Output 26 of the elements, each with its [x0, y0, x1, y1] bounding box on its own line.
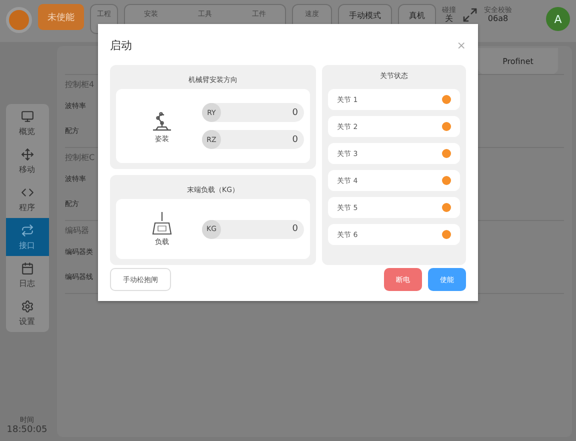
- sidebar-item[interactable]: 程序: [6, 180, 48, 218]
- collision-value: 关: [445, 14, 453, 23]
- clock-time: 18:50:05: [6, 425, 48, 435]
- monitor-icon: [20, 110, 34, 122]
- close-button[interactable]: ×: [456, 38, 466, 52]
- safety-value: 06a8: [488, 14, 508, 23]
- repeat-icon: [20, 224, 34, 236]
- tab[interactable]: Profinet: [478, 48, 558, 74]
- section-title: 编码器: [65, 225, 89, 237]
- settings-icon: [20, 300, 34, 312]
- user-avatar[interactable]: A: [546, 7, 570, 31]
- sidebar-item[interactable]: 设置: [6, 294, 48, 332]
- section-title: 控制柜C: [65, 152, 95, 164]
- code-icon: [20, 186, 34, 198]
- sidebar-item[interactable]: 概览: [6, 104, 48, 142]
- weight-icon: [151, 211, 173, 235]
- calendar-icon: [20, 262, 34, 274]
- fullscreen-icon[interactable]: [462, 7, 478, 23]
- dialog-title: 启动: [110, 38, 132, 52]
- sidebar-item[interactable]: 移动: [6, 142, 48, 180]
- enable-status-button[interactable]: 未使能: [38, 4, 84, 30]
- sidebar-item[interactable]: 日志: [6, 256, 48, 294]
- status-light: [6, 7, 32, 33]
- sidebar-item[interactable]: 接口: [6, 218, 48, 256]
- section-title: 控制柜4: [65, 79, 94, 91]
- move-icon: [20, 148, 34, 160]
